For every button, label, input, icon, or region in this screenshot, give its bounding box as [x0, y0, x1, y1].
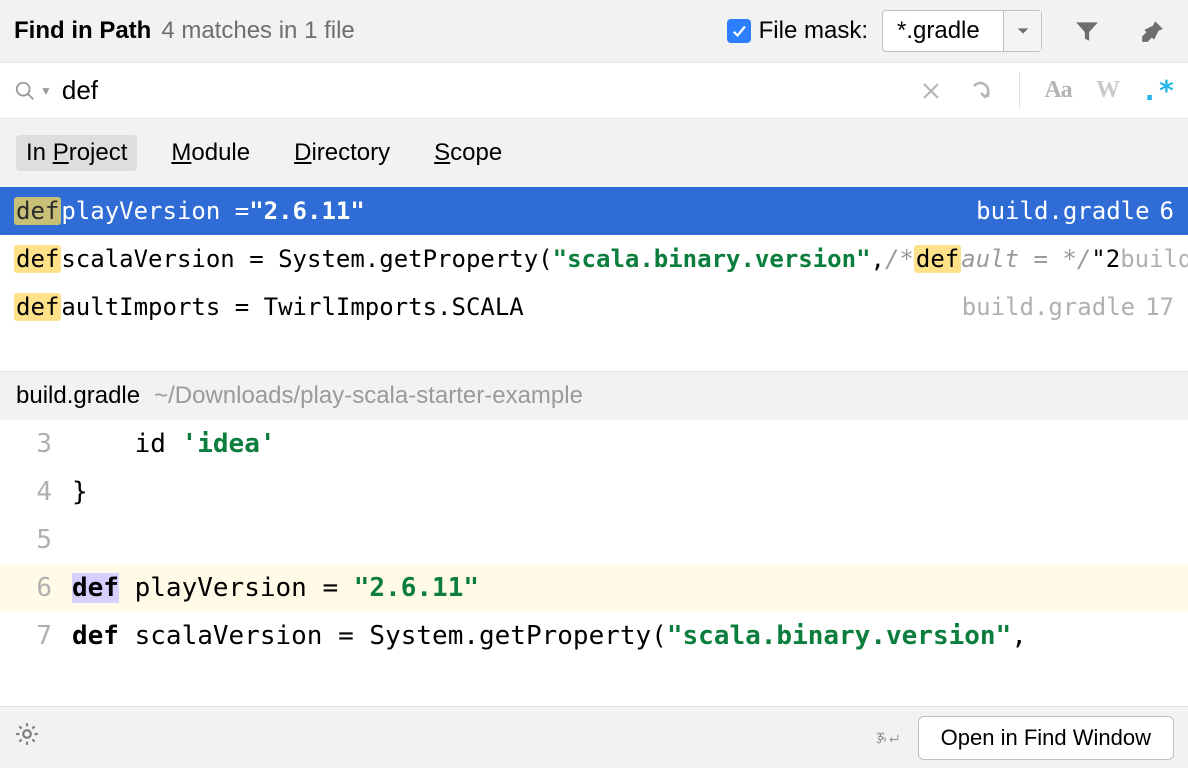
scope-tabs: In Project Module Directory Scope: [0, 119, 1188, 187]
preview-path: ~/Downloads/play-scala-starter-example: [154, 382, 583, 410]
code-line[interactable]: 3 id 'idea': [0, 420, 1188, 468]
results-list: def playVersion = "2.6.11"build.gradle6d…: [0, 187, 1188, 331]
dialog-title: Find in Path: [14, 17, 151, 45]
newline-icon[interactable]: [965, 75, 997, 107]
search-history-icon[interactable]: ▼: [40, 84, 52, 98]
search-input[interactable]: [60, 69, 915, 112]
scope-tab-in-project[interactable]: In Project: [16, 135, 137, 171]
filemask-label: File mask:: [759, 17, 868, 45]
scope-tab-module[interactable]: Module: [161, 135, 260, 171]
filemask-checkbox[interactable]: [727, 19, 751, 43]
result-row[interactable]: def playVersion = "2.6.11"build.gradle6: [0, 187, 1188, 235]
code-line[interactable]: 6def playVersion = "2.6.11": [0, 564, 1188, 612]
pin-icon[interactable]: [1132, 10, 1174, 52]
chevron-down-icon[interactable]: [1003, 11, 1041, 51]
preview-filename: build.gradle: [16, 382, 140, 410]
filemask-value: *.gradle: [883, 17, 1003, 45]
code-line[interactable]: 4}: [0, 468, 1188, 516]
code-line[interactable]: 5: [0, 516, 1188, 564]
regex-toggle[interactable]: .*: [1142, 75, 1174, 107]
words-toggle[interactable]: W: [1092, 75, 1124, 107]
case-toggle[interactable]: Aa: [1042, 75, 1074, 107]
search-icon: [14, 80, 36, 102]
scope-tab-directory[interactable]: Directory: [284, 135, 400, 171]
settings-icon[interactable]: [14, 721, 40, 754]
code-preview[interactable]: 3 id 'idea'4}56def playVersion = "2.6.11…: [0, 420, 1188, 706]
open-in-find-window-button[interactable]: Open in Find Window: [918, 716, 1174, 760]
result-row[interactable]: defaultImports = TwirlImports.SCALAbuild…: [0, 283, 1188, 331]
scope-tab-scope[interactable]: Scope: [424, 135, 512, 171]
shortcut-hint: [874, 725, 900, 751]
code-line[interactable]: 7def scalaVersion = System.getProperty("…: [0, 612, 1188, 660]
match-status: 4 matches in 1 file: [161, 17, 354, 45]
filter-icon[interactable]: [1066, 10, 1108, 52]
clear-search-icon[interactable]: [915, 75, 947, 107]
filemask-dropdown[interactable]: *.gradle: [882, 10, 1042, 52]
result-row[interactable]: def scalaVersion = System.getProperty("s…: [0, 235, 1188, 283]
